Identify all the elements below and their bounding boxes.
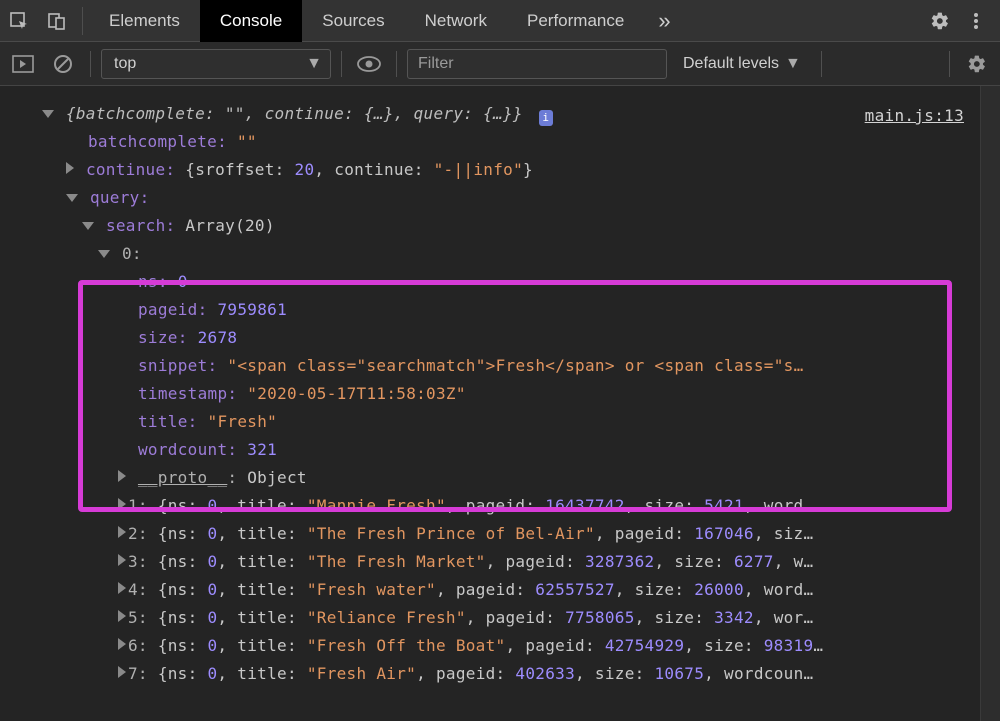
tab-console[interactable]: Console	[200, 0, 302, 42]
disclosure-triangle-icon[interactable]	[118, 582, 126, 594]
prop-proto[interactable]: __proto__: Object	[0, 464, 1000, 492]
prop-title[interactable]: title: "Fresh"	[0, 408, 1000, 436]
array-index-0[interactable]: 0:	[0, 240, 1000, 268]
tab-sources[interactable]: Sources	[302, 0, 404, 42]
separator	[341, 51, 342, 77]
disclosure-triangle-icon[interactable]	[118, 554, 126, 566]
console-settings-gear-icon[interactable]	[960, 47, 994, 81]
disclosure-triangle-icon[interactable]	[118, 610, 126, 622]
context-value: top	[114, 55, 136, 73]
object-root[interactable]: {batchcomplete: "", continue: {…}, query…	[0, 100, 1000, 128]
prop-pageid[interactable]: pageid: 7959861	[0, 296, 1000, 324]
filter-input[interactable]: Filter	[407, 49, 667, 79]
disclosure-triangle-icon[interactable]	[118, 470, 126, 482]
device-toggle-icon[interactable]	[38, 0, 76, 42]
disclosure-triangle-icon[interactable]	[82, 222, 94, 230]
console-output: main.js:13 {batchcomplete: "", continue:…	[0, 86, 1000, 721]
separator	[396, 51, 397, 77]
array-index-5[interactable]: 5: {ns: 0, title: "Reliance Fresh", page…	[0, 604, 1000, 632]
disclosure-triangle-icon[interactable]	[118, 666, 126, 678]
prop-timestamp[interactable]: timestamp: "2020-05-17T11:58:03Z"	[0, 380, 1000, 408]
separator	[90, 51, 91, 77]
prop-query[interactable]: query:	[0, 184, 1000, 212]
separator	[821, 51, 822, 77]
prop-continue[interactable]: continue: {sroffset: 20, continue: "-||i…	[0, 156, 1000, 184]
inspect-icon[interactable]	[0, 0, 38, 42]
prop-batchcomplete[interactable]: batchcomplete: ""	[0, 128, 1000, 156]
prop-search[interactable]: search: Array(20)	[0, 212, 1000, 240]
source-link[interactable]: main.js:13	[865, 102, 964, 130]
disclosure-triangle-icon[interactable]	[42, 110, 54, 118]
prop-size[interactable]: size: 2678	[0, 324, 1000, 352]
log-levels-selector[interactable]: Default levels ▼	[673, 55, 811, 73]
tab-elements[interactable]: Elements	[89, 0, 200, 42]
scrollbar[interactable]	[980, 86, 1000, 721]
disclosure-triangle-icon[interactable]	[118, 638, 126, 650]
sidebar-toggle-icon[interactable]	[6, 47, 40, 81]
levels-label: Default levels	[683, 55, 779, 73]
context-selector[interactable]: top ▼	[101, 49, 331, 79]
array-index-1[interactable]: 1: {ns: 0, title: "Mannie Fresh", pageid…	[0, 492, 1000, 520]
prop-wordcount[interactable]: wordcount: 321	[0, 436, 1000, 464]
disclosure-triangle-icon[interactable]	[66, 194, 78, 202]
chevron-down-icon: ▼	[306, 55, 322, 73]
live-expression-icon[interactable]	[352, 47, 386, 81]
info-badge-icon[interactable]: i	[539, 110, 553, 126]
disclosure-triangle-icon[interactable]	[118, 526, 126, 538]
disclosure-triangle-icon[interactable]	[118, 498, 126, 510]
disclosure-triangle-icon[interactable]	[98, 250, 110, 258]
tab-overflow[interactable]: »	[644, 0, 684, 42]
chevron-down-icon: ▼	[785, 55, 801, 73]
array-index-7[interactable]: 7: {ns: 0, title: "Fresh Air", pageid: 4…	[0, 660, 1000, 688]
prop-ns[interactable]: ns: 0	[0, 268, 1000, 296]
console-toolbar: top ▼ Filter Default levels ▼	[0, 42, 1000, 86]
prop-snippet[interactable]: snippet: "<span class="searchmatch">Fres…	[0, 352, 1000, 380]
tab-performance[interactable]: Performance	[507, 0, 644, 42]
devtools-tabbar: Elements Console Sources Network Perform…	[0, 0, 1000, 42]
disclosure-triangle-icon[interactable]	[66, 162, 74, 174]
clear-console-icon[interactable]	[46, 47, 80, 81]
array-index-6[interactable]: 6: {ns: 0, title: "Fresh Off the Boat", …	[0, 632, 1000, 660]
separator	[949, 51, 950, 77]
array-index-4[interactable]: 4: {ns: 0, title: "Fresh water", pageid:…	[0, 576, 1000, 604]
separator	[82, 7, 83, 35]
tab-network[interactable]: Network	[405, 0, 507, 42]
array-index-3[interactable]: 3: {ns: 0, title: "The Fresh Market", pa…	[0, 548, 1000, 576]
gear-icon[interactable]	[922, 0, 958, 42]
array-index-2[interactable]: 2: {ns: 0, title: "The Fresh Prince of B…	[0, 520, 1000, 548]
kebab-menu-icon[interactable]	[958, 0, 994, 42]
filter-placeholder: Filter	[418, 55, 454, 73]
